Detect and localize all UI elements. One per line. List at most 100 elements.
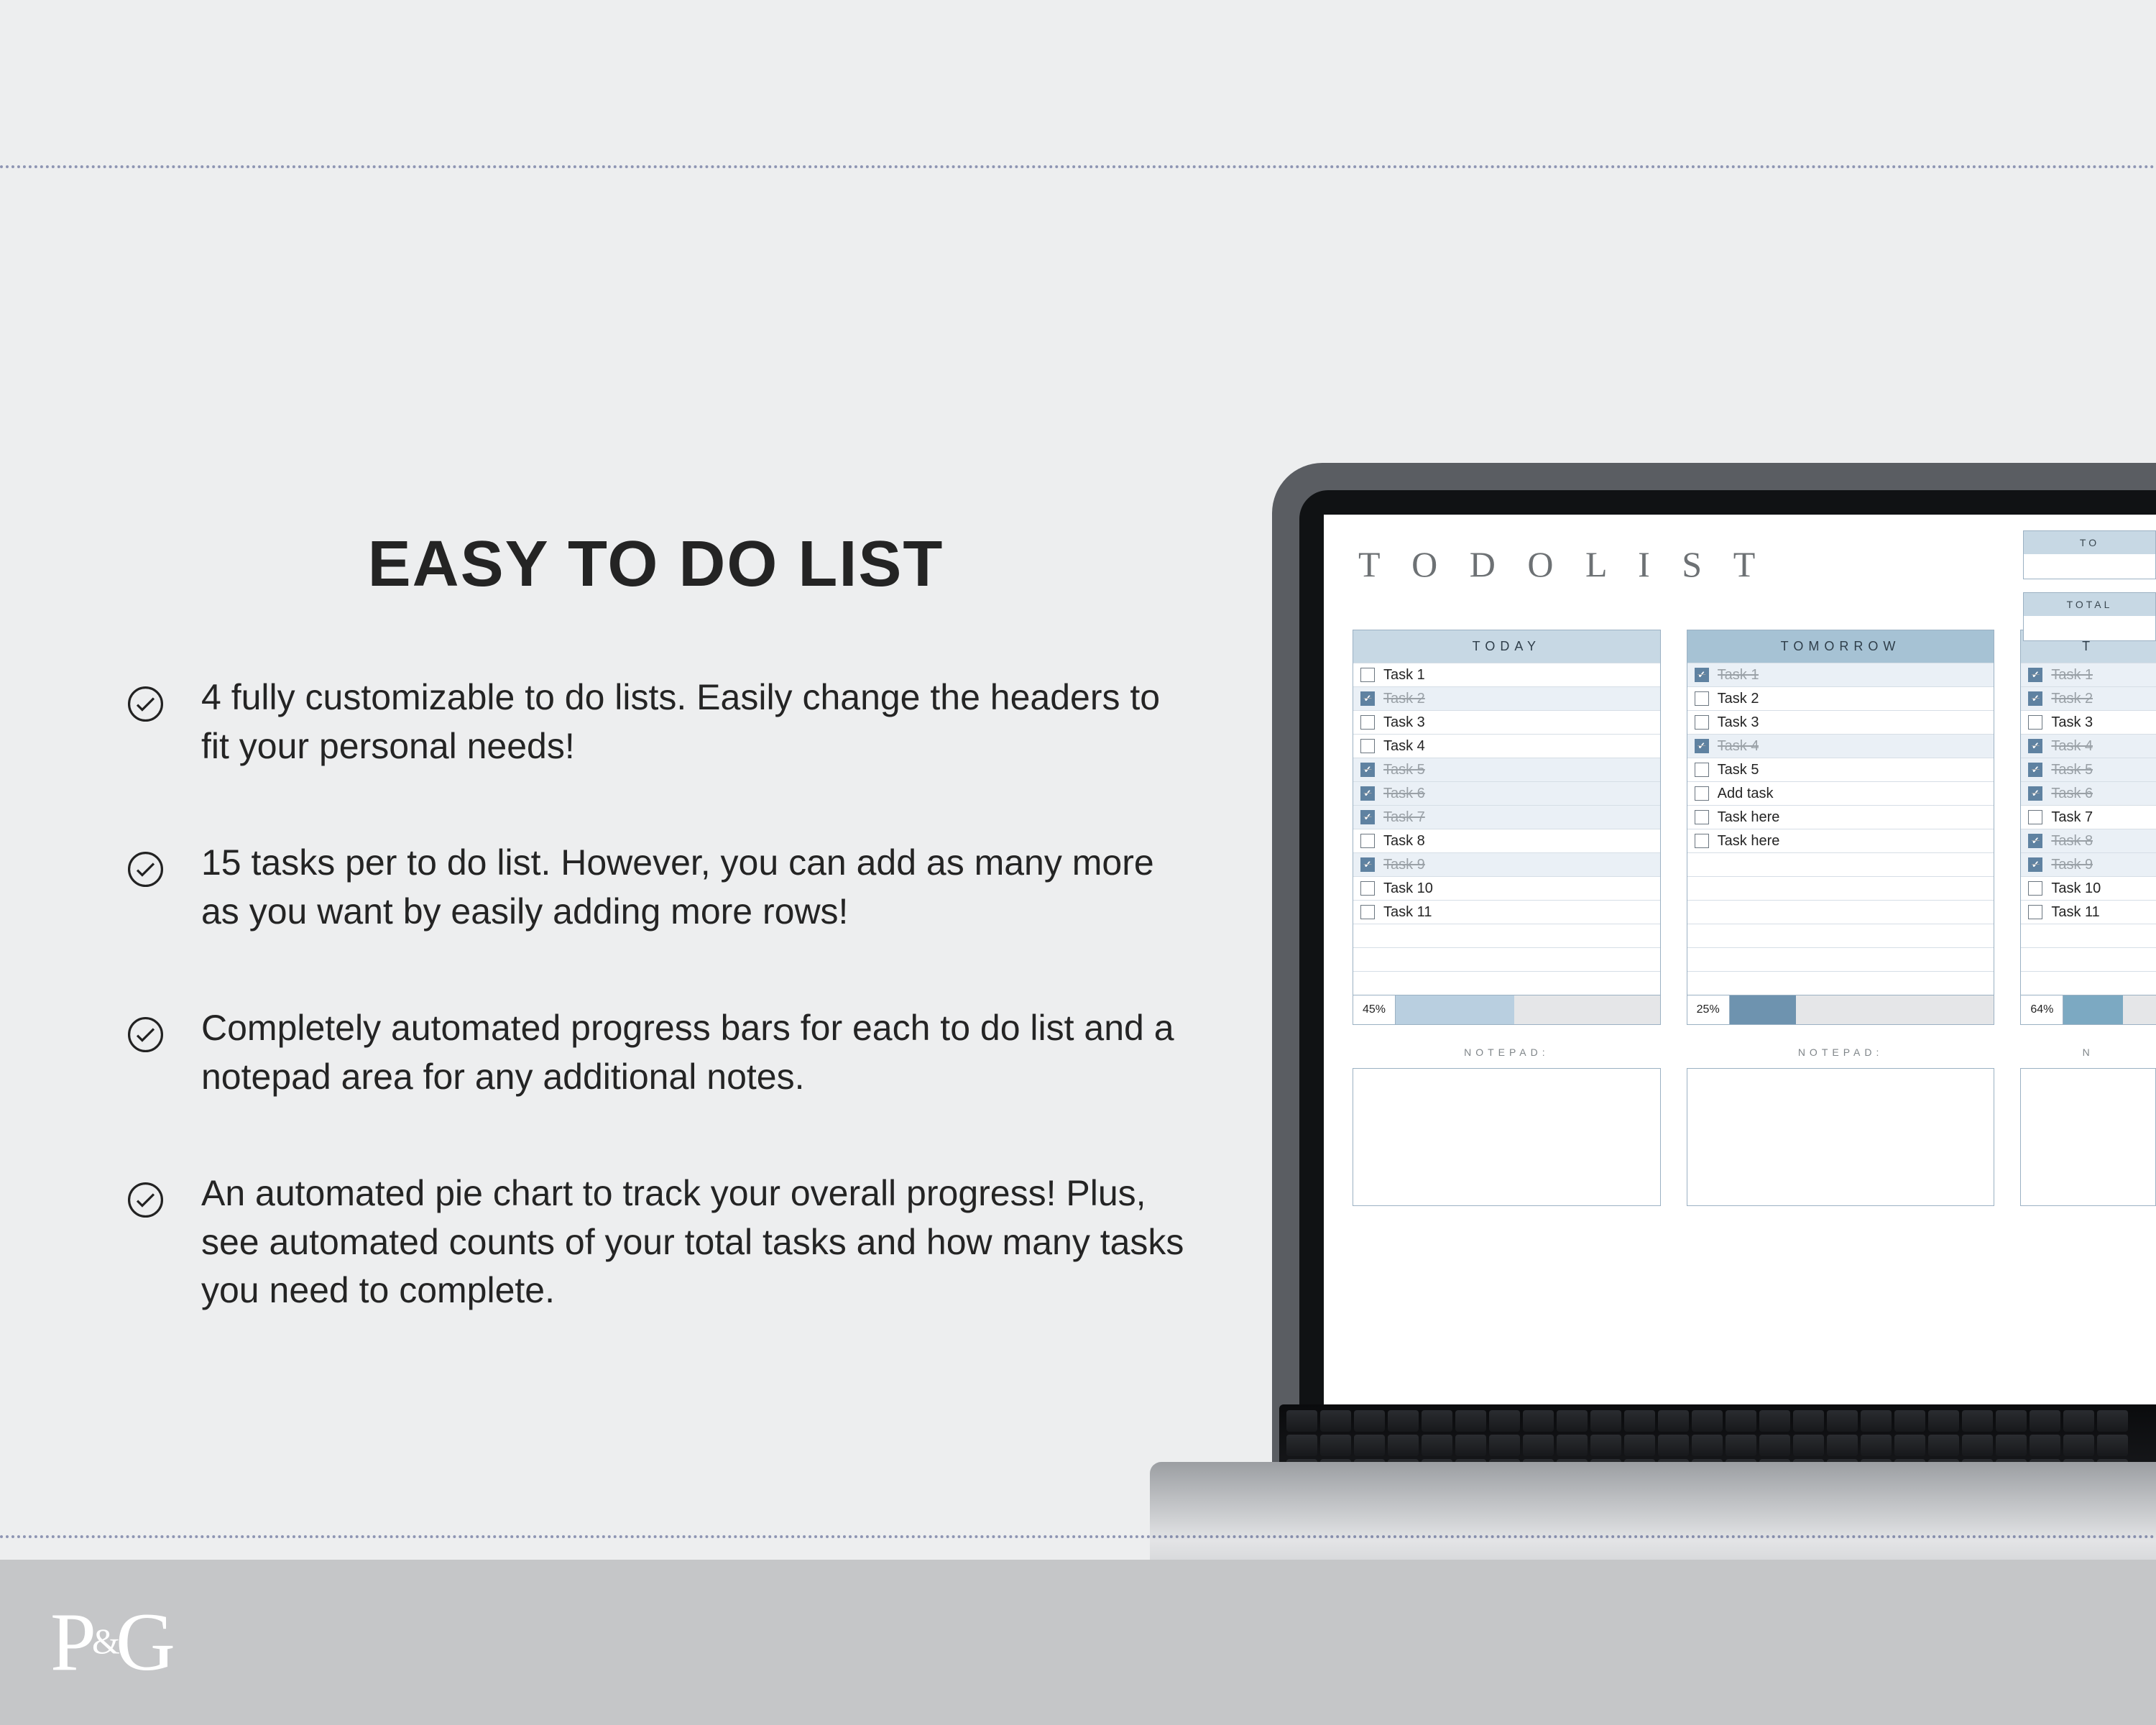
checkbox-icon[interactable] xyxy=(1695,834,1709,848)
summary-tiles: TO TOTAL xyxy=(2023,530,2156,654)
task-row[interactable]: Task here xyxy=(1687,805,1994,829)
check-circle-icon xyxy=(126,850,165,889)
task-label: Task 3 xyxy=(1718,714,1759,731)
task-row[interactable]: Task 2 xyxy=(1687,686,1994,710)
summary-tile-value xyxy=(2024,554,2155,579)
empty-row[interactable] xyxy=(1687,900,1994,924)
task-row[interactable]: Task 3 xyxy=(2021,710,2156,734)
task-row[interactable]: Add task xyxy=(1687,781,1994,805)
checkbox-icon[interactable] xyxy=(1360,763,1375,777)
task-row[interactable]: Task 6 xyxy=(1353,781,1660,805)
progress-bar: 64% xyxy=(2021,995,2156,1024)
empty-row[interactable] xyxy=(1353,947,1660,971)
notepad-label: NOTEPAD: xyxy=(1687,1046,1995,1058)
headline: EASY TO DO LIST xyxy=(126,528,1186,602)
checkbox-icon[interactable] xyxy=(1695,786,1709,801)
checkbox-icon[interactable] xyxy=(2028,834,2042,848)
task-row[interactable]: Task here xyxy=(1687,829,1994,852)
task-row[interactable]: Task 5 xyxy=(1353,758,1660,781)
checkbox-icon[interactable] xyxy=(2028,786,2042,801)
task-row[interactable]: Task 4 xyxy=(1353,734,1660,758)
checkbox-icon[interactable] xyxy=(1360,691,1375,706)
checkbox-icon[interactable] xyxy=(2028,810,2042,824)
empty-row[interactable] xyxy=(2021,971,2156,995)
task-row[interactable]: Task 2 xyxy=(1353,686,1660,710)
task-row[interactable]: Task 1 xyxy=(1353,663,1660,686)
empty-row[interactable] xyxy=(1687,971,1994,995)
empty-row[interactable] xyxy=(1687,852,1994,876)
checkbox-icon[interactable] xyxy=(2028,905,2042,919)
checkbox-icon[interactable] xyxy=(2028,857,2042,872)
checkbox-icon[interactable] xyxy=(1360,715,1375,730)
empty-row[interactable] xyxy=(1687,924,1994,947)
task-row[interactable]: Task 4 xyxy=(2021,734,2156,758)
task-row[interactable]: Task 10 xyxy=(2021,876,2156,900)
task-label: Task 8 xyxy=(2051,833,2093,850)
empty-row[interactable] xyxy=(2021,924,2156,947)
task-row[interactable]: Task 8 xyxy=(2021,829,2156,852)
task-row[interactable]: Task 7 xyxy=(1353,805,1660,829)
task-label: Task 5 xyxy=(2051,762,2093,778)
task-label: Task 11 xyxy=(1383,904,1432,921)
empty-row[interactable] xyxy=(1353,924,1660,947)
task-row[interactable]: Task 5 xyxy=(2021,758,2156,781)
empty-row[interactable] xyxy=(1687,947,1994,971)
checkbox-icon[interactable] xyxy=(1695,715,1709,730)
task-row[interactable]: Task 9 xyxy=(1353,852,1660,876)
checkbox-icon[interactable] xyxy=(1695,668,1709,682)
progress-percent: 45% xyxy=(1353,995,1396,1024)
checkbox-icon[interactable] xyxy=(2028,715,2042,730)
list-header[interactable]: TOMORROW xyxy=(1687,630,1994,663)
notepad-label: N xyxy=(2020,1046,2156,1058)
task-label: Task 2 xyxy=(2051,691,2093,707)
task-row[interactable]: Task 11 xyxy=(2021,900,2156,924)
task-row[interactable]: Task 1 xyxy=(1687,663,1994,686)
progress-bar: 45% xyxy=(1353,995,1660,1024)
task-row[interactable]: Task 9 xyxy=(2021,852,2156,876)
checkbox-icon[interactable] xyxy=(2028,739,2042,753)
empty-row[interactable] xyxy=(2021,947,2156,971)
checkbox-icon[interactable] xyxy=(2028,691,2042,706)
checkbox-icon[interactable] xyxy=(2028,881,2042,896)
checkbox-icon[interactable] xyxy=(2028,668,2042,682)
checkbox-icon[interactable] xyxy=(1695,810,1709,824)
checkbox-icon[interactable] xyxy=(1360,881,1375,896)
summary-tile-label: TOTAL xyxy=(2024,593,2155,616)
task-row[interactable]: Task 11 xyxy=(1353,900,1660,924)
notepad-label: NOTEPAD: xyxy=(1353,1046,1661,1058)
checkbox-icon[interactable] xyxy=(1360,739,1375,753)
checkbox-icon[interactable] xyxy=(1695,763,1709,777)
todo-list: TODAYTask 1Task 2Task 3Task 4Task 5Task … xyxy=(1353,630,1661,1025)
task-row[interactable]: Task 7 xyxy=(2021,805,2156,829)
notepad-area[interactable] xyxy=(2020,1068,2156,1206)
checkbox-icon[interactable] xyxy=(1695,739,1709,753)
empty-row[interactable] xyxy=(1687,876,1994,900)
task-label: Task 9 xyxy=(1383,857,1425,873)
checkbox-icon[interactable] xyxy=(1360,668,1375,682)
task-row[interactable]: Task 3 xyxy=(1687,710,1994,734)
checkbox-icon[interactable] xyxy=(1360,810,1375,824)
task-row[interactable]: Task 8 xyxy=(1353,829,1660,852)
checkbox-icon[interactable] xyxy=(1360,834,1375,848)
task-row[interactable]: Task 4 xyxy=(1687,734,1994,758)
checkbox-icon[interactable] xyxy=(1695,691,1709,706)
feature-item: Completely automated progress bars for e… xyxy=(126,1004,1186,1101)
feature-text: 4 fully customizable to do lists. Easily… xyxy=(201,673,1186,770)
notepad-area[interactable] xyxy=(1353,1068,1661,1206)
task-row[interactable]: Task 3 xyxy=(1353,710,1660,734)
task-row[interactable]: Task 2 xyxy=(2021,686,2156,710)
task-label: Task 7 xyxy=(2051,809,2093,826)
notepad-area[interactable] xyxy=(1687,1068,1995,1206)
task-label: Task 7 xyxy=(1383,809,1425,826)
checkbox-icon[interactable] xyxy=(1360,905,1375,919)
task-row[interactable]: Task 10 xyxy=(1353,876,1660,900)
checkbox-icon[interactable] xyxy=(1360,786,1375,801)
task-row[interactable]: Task 1 xyxy=(2021,663,2156,686)
task-label: Task 1 xyxy=(2051,667,2093,684)
checkbox-icon[interactable] xyxy=(2028,763,2042,777)
checkbox-icon[interactable] xyxy=(1360,857,1375,872)
empty-row[interactable] xyxy=(1353,971,1660,995)
task-row[interactable]: Task 5 xyxy=(1687,758,1994,781)
list-header[interactable]: TODAY xyxy=(1353,630,1660,663)
task-row[interactable]: Task 6 xyxy=(2021,781,2156,805)
